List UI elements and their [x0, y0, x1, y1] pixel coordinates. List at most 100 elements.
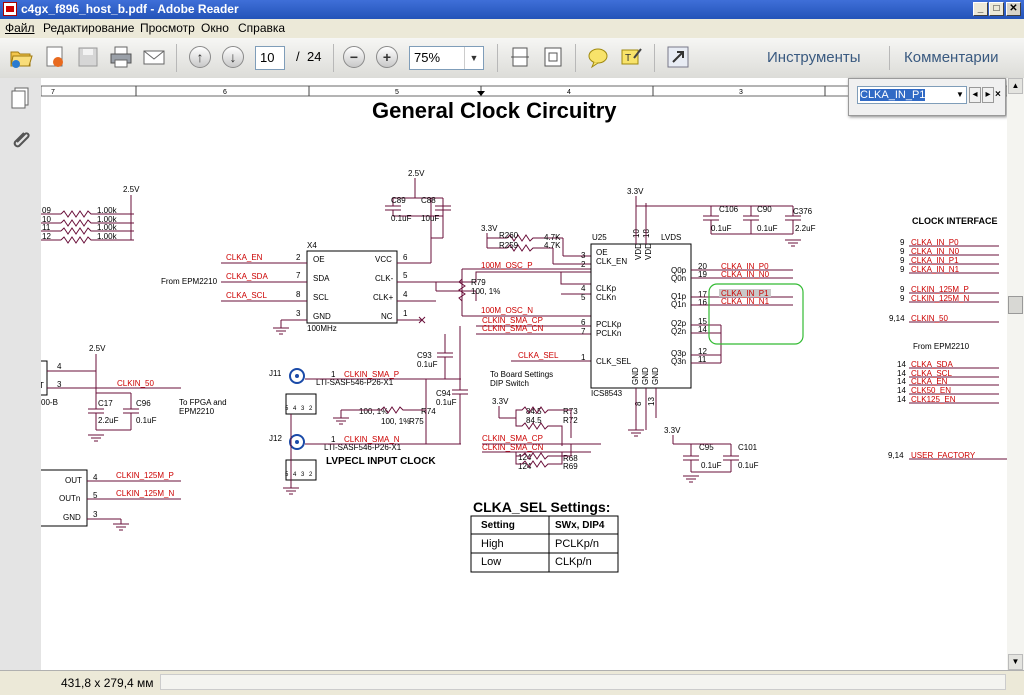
- next-page-button[interactable]: ↓: [222, 46, 244, 68]
- navigation-panel: [0, 78, 42, 670]
- find-next-button[interactable]: ▸: [982, 87, 994, 103]
- page-number-input[interactable]: 10: [255, 46, 285, 70]
- svg-text:CLKA_EN: CLKA_EN: [911, 377, 948, 386]
- fit-page-icon[interactable]: [507, 44, 533, 70]
- svg-text:9,14: 9,14: [889, 314, 905, 323]
- svg-text:9: 9: [900, 238, 905, 247]
- tools-panel-button[interactable]: Инструменты: [767, 49, 861, 66]
- create-pdf-icon[interactable]: [42, 44, 68, 70]
- find-query: CLKA_IN_P1: [860, 89, 926, 101]
- menu-file[interactable]: Файл: [5, 21, 35, 35]
- comment-icon[interactable]: [585, 44, 611, 70]
- chevron-down-icon[interactable]: ▼: [464, 47, 483, 69]
- toolbar: ↑ ↓ 10 / 24 − + 75% ▼ T Инструменты Комм…: [0, 38, 1024, 79]
- find-close-icon[interactable]: ×: [995, 89, 1001, 100]
- vertical-scrollbar[interactable]: ▲ ▼: [1007, 78, 1024, 670]
- svg-text:5: 5: [403, 271, 408, 280]
- svg-text:R75: R75: [409, 417, 424, 426]
- svg-text:CLKIN_SMA_N: CLKIN_SMA_N: [344, 435, 400, 444]
- svg-text:09: 09: [42, 206, 51, 215]
- svg-text:GND: GND: [63, 513, 81, 522]
- svg-text:7: 7: [296, 271, 301, 280]
- svg-text:NC: NC: [381, 312, 393, 321]
- svg-text:OE: OE: [596, 248, 608, 257]
- find-previous-button[interactable]: ◂: [969, 87, 981, 103]
- document-view[interactable]: 7 6 5 4 3 General Clock Circuitry 2.5V 0…: [41, 78, 1007, 670]
- page-size-readout: 431,8 x 279,4 мм: [61, 676, 154, 690]
- scroll-up-button[interactable]: ▲: [1008, 78, 1023, 94]
- svg-text:Q2n: Q2n: [671, 327, 686, 336]
- close-button[interactable]: ✕: [1006, 2, 1021, 16]
- fit-width-icon[interactable]: [540, 44, 566, 70]
- svg-text:LVPECL INPUT CLOCK: LVPECL INPUT CLOCK: [326, 456, 436, 467]
- svg-text:8: 8: [634, 401, 643, 406]
- svg-text:1.00k: 1.00k: [97, 232, 118, 241]
- svg-text:9: 9: [900, 294, 905, 303]
- svg-text:100M_OSC_N: 100M_OSC_N: [481, 306, 533, 315]
- svg-text:CLKA_SCL: CLKA_SCL: [226, 291, 267, 300]
- svg-text:3.3V: 3.3V: [627, 187, 644, 196]
- svg-text:2: 2: [581, 260, 586, 269]
- comments-panel-button[interactable]: Комментарии: [904, 49, 998, 66]
- menu-bar: Файл Редактирование Просмотр Окно Справк…: [0, 19, 1024, 38]
- svg-text:Setting: Setting: [481, 520, 515, 531]
- svg-text:SDA: SDA: [313, 274, 330, 283]
- svg-text:14: 14: [897, 395, 906, 404]
- svg-text:9: 9: [900, 247, 905, 256]
- zoom-in-button[interactable]: +: [376, 46, 398, 68]
- menu-window[interactable]: Окно: [201, 21, 229, 35]
- svg-text:0.1uF: 0.1uF: [701, 461, 722, 470]
- menu-help[interactable]: Справка: [238, 21, 285, 35]
- svg-text:6: 6: [403, 253, 408, 262]
- svg-text:1: 1: [331, 435, 336, 444]
- svg-text:High: High: [481, 538, 504, 550]
- svg-text:CLK+: CLK+: [373, 293, 394, 302]
- open-folder-icon[interactable]: [8, 44, 34, 70]
- save-icon[interactable]: [75, 44, 101, 70]
- svg-text:CLKA_IN_N0: CLKA_IN_N0: [911, 247, 960, 256]
- zoom-out-button[interactable]: −: [343, 46, 365, 68]
- svg-text:PCLKp: PCLKp: [596, 320, 622, 329]
- highlight-icon[interactable]: T: [618, 44, 644, 70]
- svg-text:6: 6: [581, 318, 586, 327]
- horizontal-scrollbar[interactable]: [160, 674, 1006, 690]
- fullscreen-icon[interactable]: [665, 44, 691, 70]
- svg-text:Q0n: Q0n: [671, 274, 686, 283]
- svg-text:C17: C17: [98, 399, 113, 408]
- pullup-resistors: 3.3V R260 4.7K R259 4.7K: [481, 224, 591, 265]
- svg-text:CLKn: CLKn: [596, 293, 616, 302]
- svg-text:CLKA_IN_P0: CLKA_IN_P0: [911, 238, 959, 247]
- svg-text:14: 14: [897, 377, 906, 386]
- attachments-icon[interactable]: [9, 128, 31, 152]
- svg-text:1: 1: [403, 309, 408, 318]
- svg-text:C106: C106: [719, 205, 739, 214]
- find-dropdown-icon[interactable]: ▼: [956, 90, 964, 99]
- svg-text:8: 8: [296, 290, 301, 299]
- menu-edit[interactable]: Редактирование: [43, 21, 134, 35]
- svg-text:T: T: [41, 381, 44, 390]
- svg-text:CLKA_IN_N1: CLKA_IN_N1: [721, 297, 770, 306]
- clka-sel-settings: CLKA_SEL Settings: Setting SWx, DIP4 Hig…: [470, 499, 619, 573]
- prev-page-button[interactable]: ↑: [189, 46, 211, 68]
- page-thumbnails-icon[interactable]: [9, 86, 31, 110]
- svg-text:2.5V: 2.5V: [89, 344, 106, 353]
- svg-text:Q3n: Q3n: [671, 357, 686, 366]
- find-input[interactable]: CLKA_IN_P1: [857, 86, 967, 104]
- svg-text:CLKp: CLKp: [596, 284, 617, 293]
- clka-sel-network: To Board Settings DIP Switch 3.3V 84.5 R…: [482, 370, 601, 471]
- email-icon[interactable]: [141, 44, 167, 70]
- r79-ref: R79: [471, 278, 486, 287]
- maximize-button[interactable]: □: [989, 2, 1004, 16]
- zoom-value: 75%: [414, 50, 441, 65]
- menu-view[interactable]: Просмотр: [140, 21, 195, 35]
- svg-text:CLOCK INTERFACE: CLOCK INTERFACE: [912, 216, 998, 226]
- svg-text:14: 14: [897, 386, 906, 395]
- zoom-select[interactable]: 75% ▼: [409, 46, 484, 70]
- scroll-down-button[interactable]: ▼: [1008, 654, 1023, 670]
- minimize-button[interactable]: _: [973, 2, 988, 16]
- scroll-thumb[interactable]: [1008, 296, 1023, 314]
- svg-text:C96: C96: [136, 399, 151, 408]
- print-icon[interactable]: [108, 44, 134, 70]
- u25-ics8543: U25 LVDS ICS8543 OE CLK_EN CLKp CLKn PCL…: [581, 203, 804, 437]
- svg-text:3.3V: 3.3V: [664, 426, 681, 435]
